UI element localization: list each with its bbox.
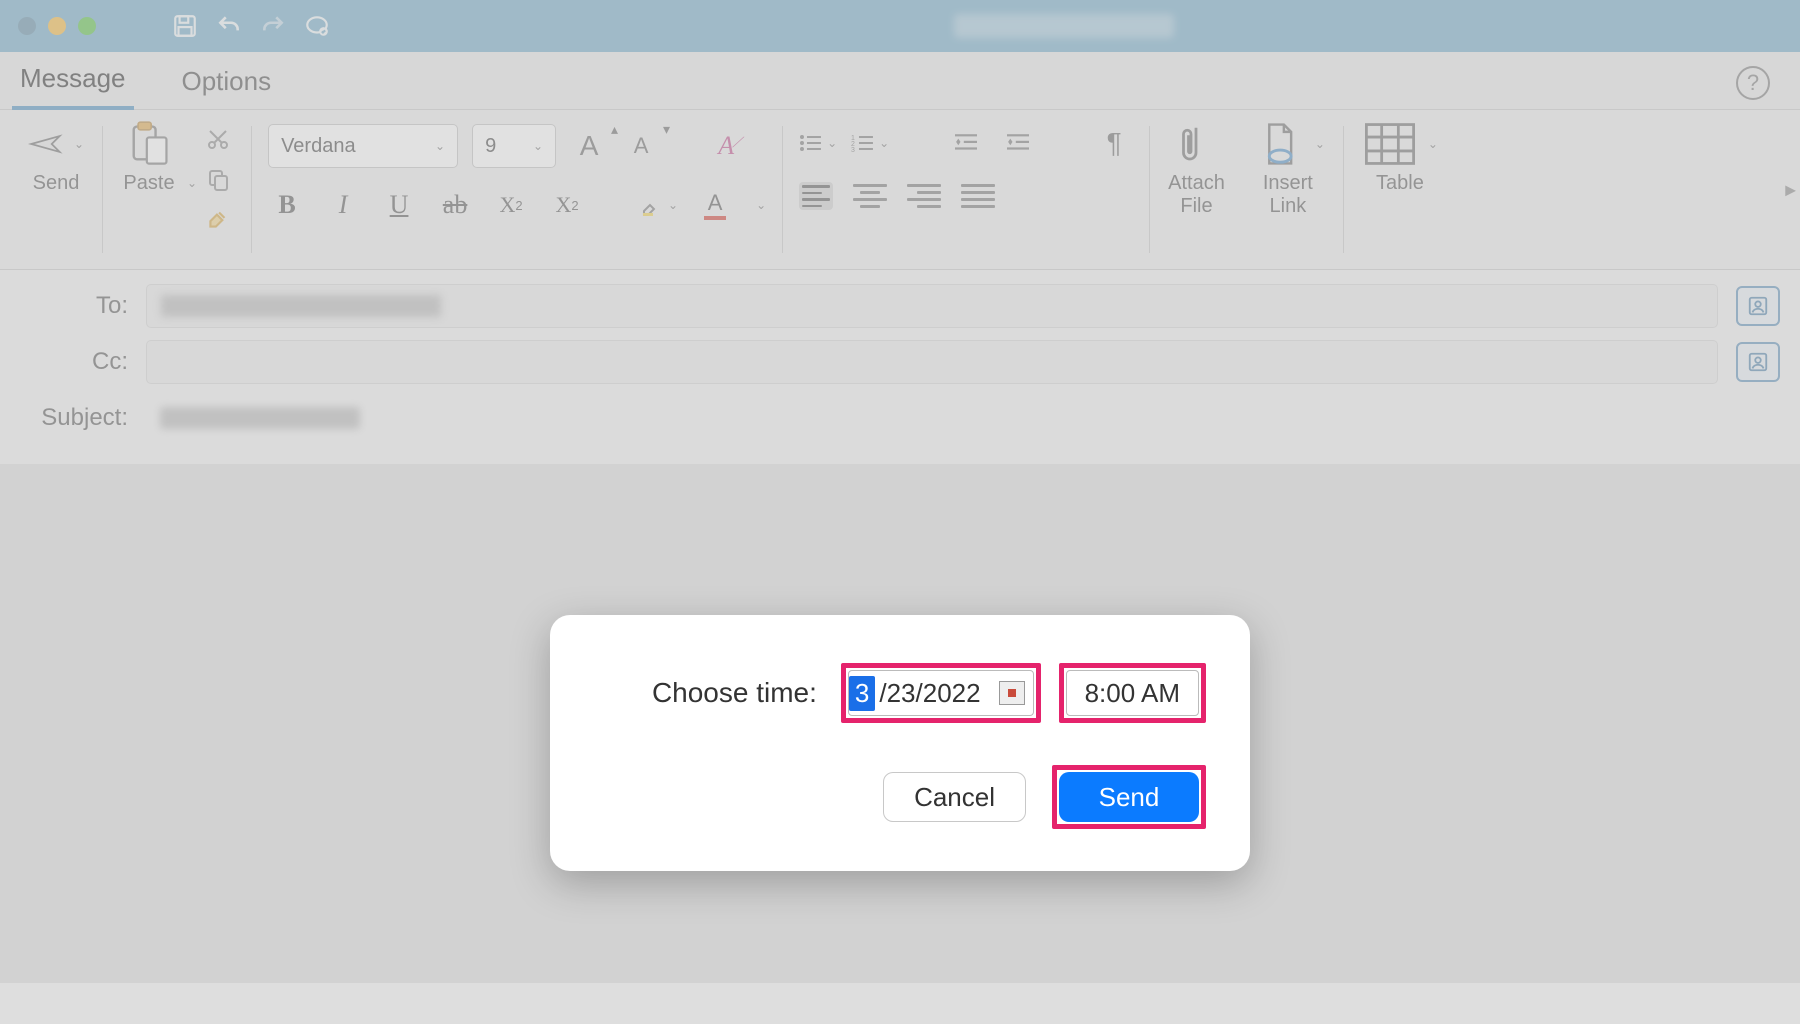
send-highlight: Send xyxy=(1052,765,1206,829)
choose-time-label: Choose time: xyxy=(652,677,817,709)
date-input[interactable]: 3 /23/2022 xyxy=(848,670,1034,716)
send-button[interactable]: Send xyxy=(1059,772,1199,822)
time-highlight: 8:00 AM xyxy=(1059,663,1206,723)
schedule-send-dialog: Choose time: 3 /23/2022 8:00 AM Cancel S… xyxy=(550,615,1250,871)
date-highlight: 3 /23/2022 xyxy=(841,663,1041,723)
time-value: 8:00 AM xyxy=(1085,678,1180,709)
cancel-button[interactable]: Cancel xyxy=(883,772,1026,822)
calendar-icon[interactable] xyxy=(999,681,1025,705)
date-month-value: 3 xyxy=(849,676,875,711)
time-input[interactable]: 8:00 AM xyxy=(1066,670,1199,716)
date-rest-value: /23/2022 xyxy=(877,678,990,709)
